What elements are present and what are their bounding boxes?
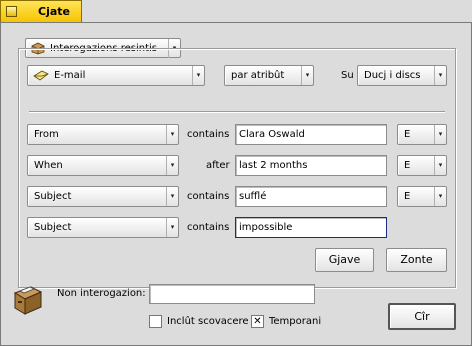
volume-label: Su <box>341 70 354 81</box>
rule-attribute-label: From <box>34 129 59 140</box>
rule-operator: after <box>206 160 230 171</box>
divider <box>29 111 445 113</box>
chevron-down-icon: ▾ <box>192 66 204 85</box>
temporary-label: Temporani <box>269 316 322 327</box>
search-by-menu[interactable]: par atribût ▾ <box>224 65 314 86</box>
file-type-label: E-mail <box>54 70 86 81</box>
window-title: Cjate <box>38 5 70 18</box>
rule-conjunction-label: E <box>404 129 411 140</box>
rule-value-field[interactable]: sufflé <box>235 186 387 207</box>
search-button[interactable]: Cîr <box>388 303 456 330</box>
rule-attribute-menu[interactable]: Subject ▾ <box>27 217 179 238</box>
window-title-tab[interactable]: Cjate <box>0 0 82 22</box>
rule-attribute-menu[interactable]: Subject ▾ <box>27 186 179 207</box>
remove-rule-button[interactable]: Gjave <box>315 248 374 272</box>
rule-conjunction-menu[interactable]: E ▾ <box>397 155 447 176</box>
email-icon <box>33 70 49 81</box>
query-name-field[interactable] <box>149 284 315 304</box>
find-window: Interogazions resintis ▾ E-mail ▾ par at… <box>0 22 472 346</box>
chevron-down-icon: ▾ <box>434 125 446 144</box>
chevron-down-icon: ▾ <box>301 66 313 85</box>
rule-conjunction-menu[interactable]: E ▾ <box>397 186 447 207</box>
close-box-icon[interactable] <box>6 6 17 17</box>
rule-operator: contains <box>187 129 230 140</box>
chevron-down-icon: ▾ <box>434 187 446 206</box>
rule-conjunction-label: E <box>404 160 411 171</box>
temporary-checkbox[interactable]: ✕ <box>251 315 264 328</box>
rule-attribute-menu[interactable]: When ▾ <box>27 155 179 176</box>
include-trash-checkbox[interactable] <box>149 315 162 328</box>
rule-attribute-label: Subject <box>34 222 72 233</box>
add-rule-button[interactable]: Zonte <box>386 248 447 272</box>
rule-attribute-menu[interactable]: From ▾ <box>27 124 179 145</box>
rule-operator: contains <box>187 191 230 202</box>
file-type-menu[interactable]: E-mail ▾ <box>27 65 205 86</box>
chevron-down-icon: ▾ <box>434 66 446 85</box>
file-cabinet-icon <box>13 286 43 315</box>
chevron-down-icon: ▾ <box>166 156 178 175</box>
rule-value-field[interactable]: last 2 months <box>235 155 387 176</box>
search-by-label: par atribût <box>231 70 285 81</box>
rule-value-field[interactable]: impossible <box>235 217 387 238</box>
rule-conjunction-label: E <box>404 191 411 202</box>
rule-conjunction-menu[interactable]: E ▾ <box>397 124 447 145</box>
rule-attribute-label: Subject <box>34 191 72 202</box>
rule-value-field[interactable]: Clara Oswald <box>235 124 387 145</box>
rule-operator: contains <box>187 222 230 233</box>
include-trash-label: Inclût scovacere <box>167 316 249 327</box>
query-name-label: Non interogazion: <box>57 288 146 299</box>
chevron-down-icon: ▾ <box>166 187 178 206</box>
volume-menu[interactable]: Ducj i discs ▾ <box>357 65 447 86</box>
chevron-down-icon: ▾ <box>166 218 178 237</box>
chevron-down-icon: ▾ <box>434 156 446 175</box>
rule-attribute-label: When <box>34 160 63 171</box>
chevron-down-icon: ▾ <box>166 125 178 144</box>
volume-menu-label: Ducj i discs <box>364 70 421 81</box>
query-group-box: E-mail ▾ par atribût ▾ Su Ducj i discs ▾… <box>18 48 456 288</box>
